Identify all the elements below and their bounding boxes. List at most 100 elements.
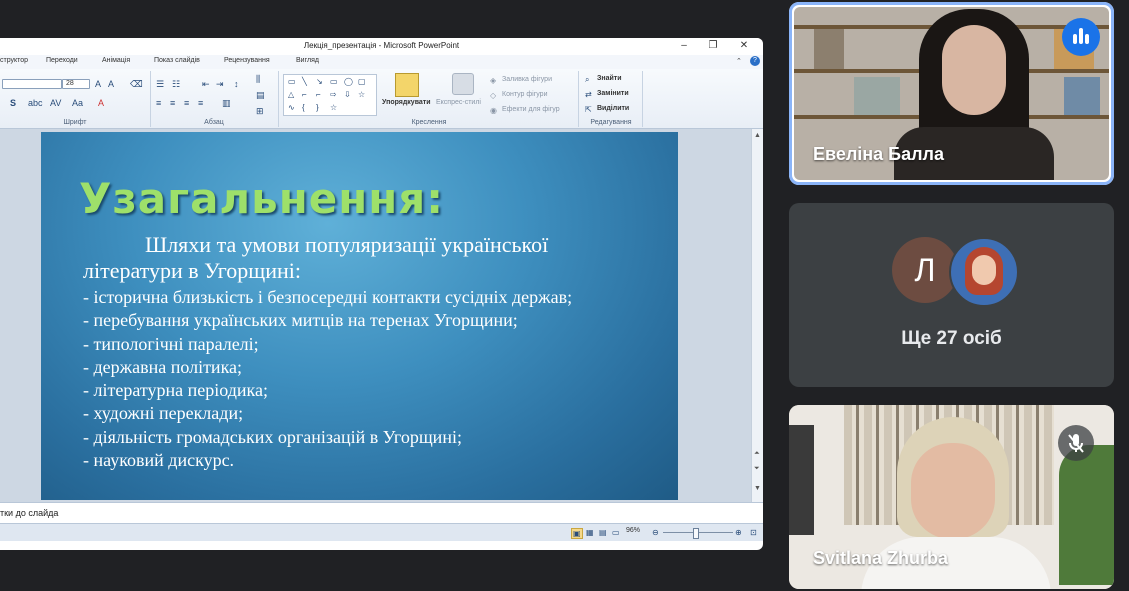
shape-effects-icon: ◉ [490, 106, 497, 115]
slide-sorter-icon[interactable]: ▦ [586, 528, 594, 537]
clear-format-icon[interactable]: ⌫ [130, 80, 143, 89]
minimize-icon[interactable]: – [675, 40, 693, 52]
shape-star2-icon: ☆ [330, 103, 338, 112]
slide-edit-area: Узагальнення: Шляхи та умови популяризац… [0, 129, 763, 502]
normal-view-icon[interactable]: ▣ [571, 528, 583, 539]
participant-tile-overflow[interactable]: Л Ще 27 осіб [789, 203, 1114, 387]
tab-design[interactable]: структор [0, 57, 28, 64]
list-item: - державна політика; [83, 356, 243, 377]
find-label[interactable]: Знайти [597, 75, 622, 82]
shape-connector-icon: ⌐ [316, 90, 321, 99]
scroll-down-icon[interactable]: ▼ [754, 484, 761, 493]
close-icon[interactable]: ✕ [735, 40, 753, 52]
shape-triangle-icon: △ [288, 90, 295, 99]
shared-screen-powerpoint: Лекція_презентація - Microsoft PowerPoin… [0, 38, 763, 550]
align-center-icon[interactable]: ≡ [170, 99, 175, 108]
zoom-level[interactable]: 96% [626, 527, 640, 534]
zoom-slider-handle[interactable] [693, 528, 699, 539]
quick-styles-label[interactable]: Експрес-стилі [436, 99, 481, 106]
grow-font-icon[interactable]: A [95, 80, 101, 89]
notes-pane[interactable]: тки до слайда [0, 502, 763, 523]
maximize-icon[interactable]: ❐ [704, 40, 722, 52]
ppt-ribbon: 28 A A ⌫ S abc AV Aa A Шрифт ☰ ☷ ⇤ ⇥ ↕ ⫼… [0, 69, 763, 129]
tab-slideshow[interactable]: Показ слайдів [154, 57, 200, 64]
slide-subtitle: Шляхи та умови популяризації української… [83, 232, 549, 283]
shape-elbow-icon: ⌐ [302, 90, 307, 99]
select-label[interactable]: Виділити [597, 105, 629, 112]
shape-line-icon: ╲ [302, 77, 307, 86]
shape-star-icon: ☆ [358, 90, 366, 99]
avatar-photo [949, 237, 1019, 307]
notes-placeholder: тки до слайда [0, 508, 59, 518]
fit-window-icon[interactable]: ⊡ [750, 528, 757, 537]
drawing-group: ▭ ╲ ↘ ▭ ◯ ▢ △ ⌐ ⌐ ⇨ ⇩ ☆ ∿ { } ☆ Упорядку… [280, 71, 579, 127]
replace-icon: ⇄ [585, 90, 592, 99]
next-slide-icon[interactable]: ⏷ [754, 464, 760, 473]
font-size-box[interactable]: 28 [62, 79, 90, 89]
tab-review[interactable]: Рецензування [224, 57, 270, 64]
font-name-box[interactable] [2, 79, 62, 89]
shape-rightarrow-icon: ⇨ [330, 90, 337, 99]
change-case-icon[interactable]: Aa [72, 99, 83, 108]
list-item: - діяльність громадських організацій в У… [83, 426, 462, 447]
strikethrough-icon[interactable]: abc [28, 99, 43, 108]
slideshow-view-icon[interactable]: ▭ [612, 528, 620, 537]
slide-title: Узагальнення: [79, 174, 445, 223]
speaking-indicator-icon [1062, 18, 1100, 56]
prev-slide-icon[interactable]: ⏶ [754, 449, 760, 458]
participant-name: Евеліна Балла [813, 144, 944, 164]
arrange-icon[interactable] [395, 73, 419, 97]
shape-arrow-icon: ↘ [316, 77, 323, 86]
ppt-status-bar: ▣ ▦ ▤ ▭ 96% ⊖ ⊕ ⊡ [0, 523, 763, 541]
help-icon[interactable]: ? [750, 56, 760, 66]
list-item: - художні переклади; [83, 403, 244, 424]
reading-view-icon[interactable]: ▤ [599, 528, 607, 537]
increase-indent-icon[interactable]: ⇥ [216, 80, 224, 89]
align-left-icon[interactable]: ≡ [156, 99, 161, 108]
decrease-indent-icon[interactable]: ⇤ [202, 80, 210, 89]
align-right-icon[interactable]: ≡ [184, 99, 189, 108]
editing-group: ⌕ Знайти ⇄ Замінити ⇱ Виділити Редагуван… [580, 71, 643, 127]
tab-view[interactable]: Вигляд [296, 57, 319, 64]
shapes-gallery[interactable]: ▭ ╲ ↘ ▭ ◯ ▢ △ ⌐ ⌐ ⇨ ⇩ ☆ ∿ { } ☆ [283, 74, 377, 116]
scroll-up-icon[interactable]: ▲ [754, 131, 761, 140]
arrange-label[interactable]: Упорядкувати [382, 99, 431, 106]
zoom-in-icon[interactable]: ⊕ [735, 528, 742, 537]
participant-tile-active-speaker[interactable]: Евеліна Балла [789, 2, 1114, 185]
list-item: - перебування українських митців на тере… [83, 310, 518, 331]
minimize-ribbon-icon[interactable]: ⌃ [736, 57, 742, 65]
vertical-scrollbar[interactable]: ▲ ⏶ ⏷ ▼ [751, 129, 763, 502]
shape-rect-icon: ▭ [330, 77, 338, 86]
quick-styles-icon[interactable] [452, 73, 474, 95]
mic-off-icon [1058, 425, 1094, 461]
line-spacing-icon[interactable]: ↕ [234, 80, 239, 89]
font-size-value: 28 [66, 80, 74, 87]
editing-group-label: Редагування [590, 119, 632, 126]
current-slide[interactable]: Узагальнення: Шляхи та умови популяризац… [41, 132, 678, 500]
font-group: 28 A A ⌫ S abc AV Aa A Шрифт [0, 71, 151, 127]
align-text-icon[interactable]: ▤ [256, 91, 265, 100]
shadow-icon[interactable]: S [10, 99, 16, 108]
shape-roundrect-icon: ▢ [358, 77, 366, 86]
ppt-titlebar: Лекція_презентація - Microsoft PowerPoin… [0, 38, 763, 55]
columns-icon[interactable]: ▥ [222, 99, 231, 108]
justify-icon[interactable]: ≡ [198, 99, 203, 108]
bullets-icon[interactable]: ☰ [156, 80, 164, 89]
numbering-icon[interactable]: ☷ [172, 80, 180, 89]
zoom-out-icon[interactable]: ⊖ [652, 528, 659, 537]
list-item: - типологічні паралелі; [83, 333, 259, 354]
font-color-icon[interactable]: A [98, 99, 104, 108]
tab-animations[interactable]: Анімація [102, 57, 130, 64]
tab-transitions[interactable]: Переходи [46, 57, 78, 64]
text-direction-icon[interactable]: ⫼ [256, 75, 260, 84]
smartart-icon[interactable]: ⊞ [256, 107, 264, 116]
slide-bullet-list: - історична близькість і безпосередні ко… [83, 286, 572, 472]
shrink-font-icon[interactable]: A [108, 80, 114, 89]
replace-label[interactable]: Замінити [597, 90, 629, 97]
participant-tile[interactable]: Svitlana Zhurba [789, 405, 1114, 589]
shape-outline-label[interactable]: Контур фігури [502, 91, 547, 98]
spacing-icon[interactable]: AV [50, 99, 61, 108]
shape-effects-label[interactable]: Ефекти для фігур [502, 106, 560, 113]
shape-fill-label[interactable]: Заливка фігури [502, 76, 552, 83]
list-item: - літературна періодика; [83, 380, 268, 401]
